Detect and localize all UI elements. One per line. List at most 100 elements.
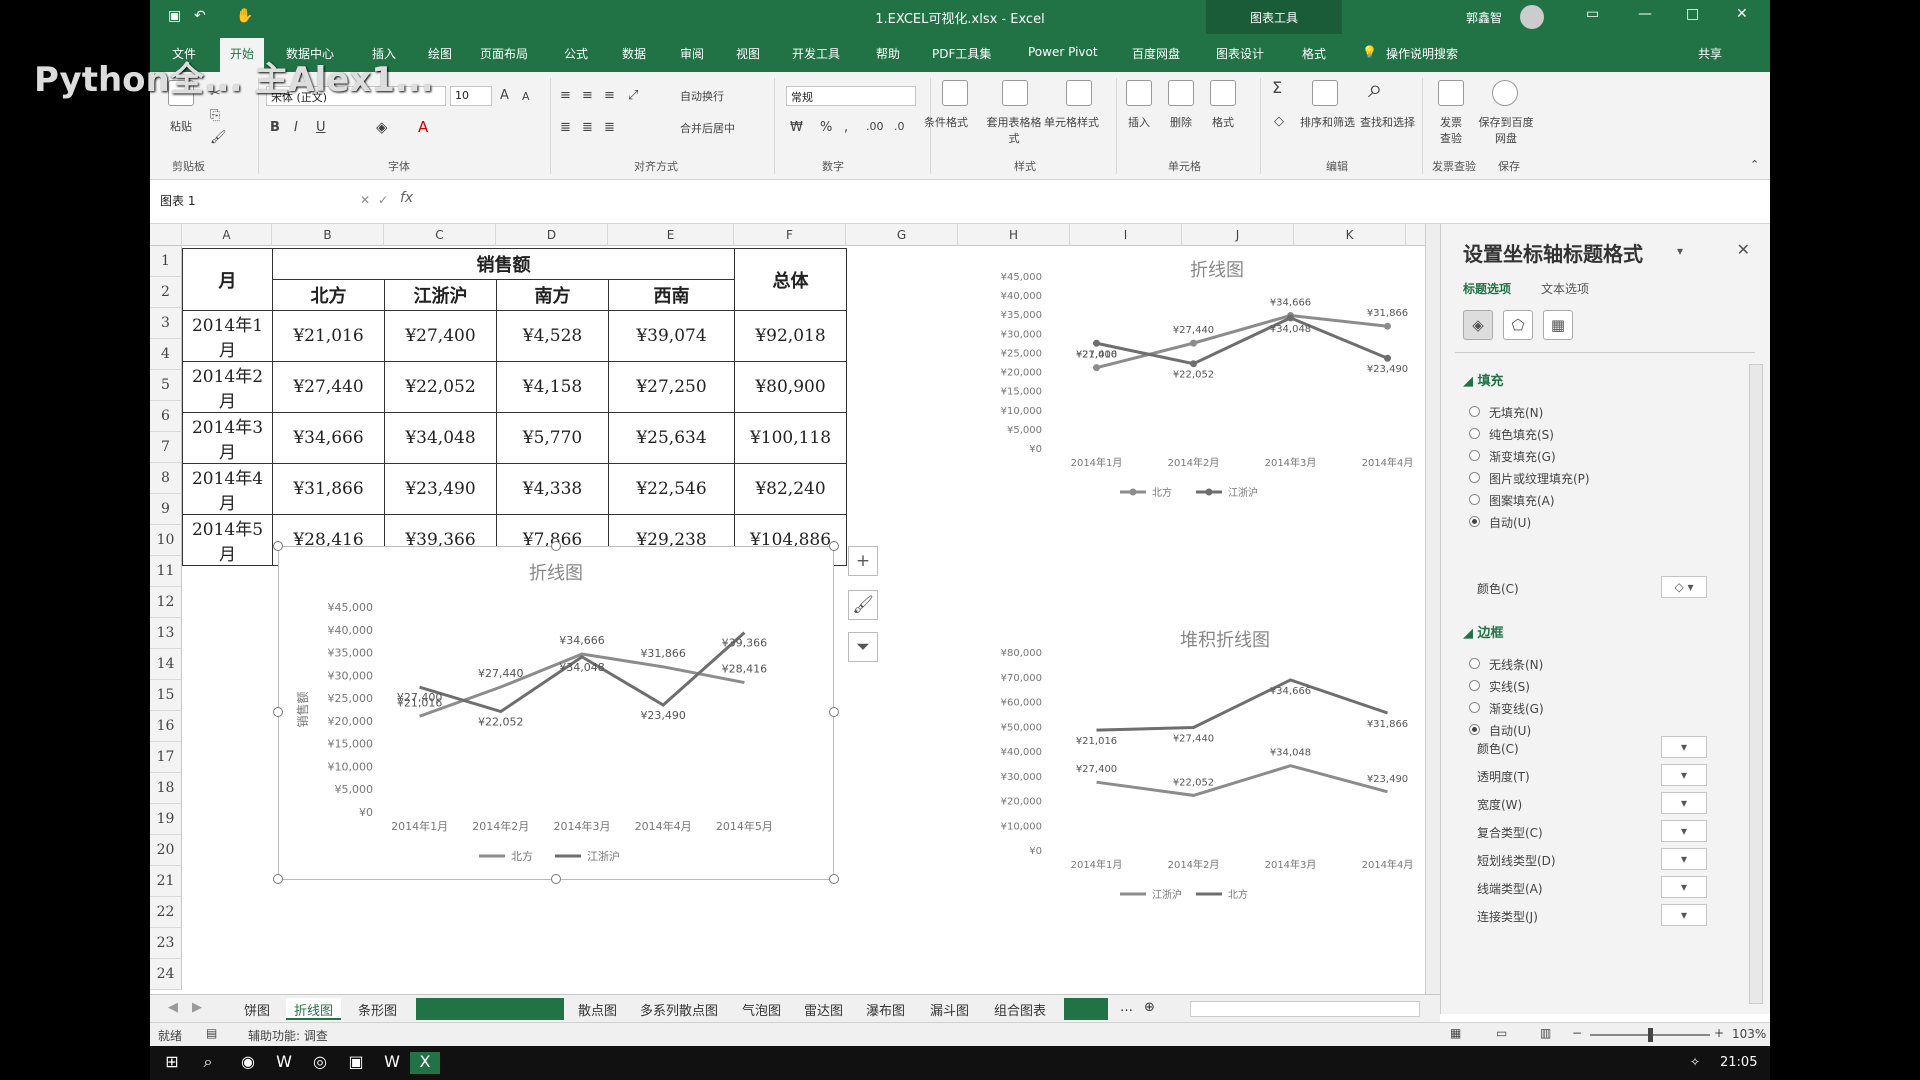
- region-header-southwest[interactable]: 西南: [608, 279, 735, 311]
- row-header[interactable]: 16: [150, 711, 182, 742]
- sheet-tab[interactable]: 条形图: [350, 998, 405, 1020]
- value-cell[interactable]: ¥27,400: [384, 310, 497, 362]
- tab-data[interactable]: 数据: [622, 45, 646, 62]
- resize-handle[interactable]: [273, 707, 283, 717]
- autosum-icon[interactable]: Σ: [1272, 78, 1282, 97]
- avatar[interactable]: [1520, 5, 1544, 29]
- tab-view[interactable]: 视图: [736, 45, 760, 62]
- maximize-button[interactable]: □: [1686, 6, 1699, 22]
- radio-button[interactable]: [1469, 406, 1480, 417]
- row-header[interactable]: 14: [150, 649, 182, 680]
- value-cell[interactable]: ¥34,048: [384, 412, 497, 464]
- add-sheet-button[interactable]: ⊕: [1136, 998, 1163, 1020]
- radio-button[interactable]: [1469, 450, 1480, 461]
- radio-button[interactable]: [1469, 658, 1480, 669]
- chart-stacked-line[interactable]: 堆积折线图 ¥0 ¥10,000 ¥20,000 ¥30,000 ¥40,000 ¥50,…: [1000, 620, 1440, 940]
- size-properties-icon[interactable]: ▦: [1543, 310, 1573, 340]
- value-cell[interactable]: ¥4,528: [496, 310, 609, 362]
- border-prop-control[interactable]: ▾: [1661, 904, 1707, 926]
- legend-label[interactable]: 北方: [1152, 486, 1172, 499]
- radio-button[interactable]: [1469, 724, 1480, 735]
- conditional-format-icon[interactable]: [942, 80, 968, 106]
- fill-section-header[interactable]: ◢ 填充: [1463, 370, 1504, 389]
- data-point[interactable]: [1093, 339, 1100, 347]
- copy-icon[interactable]: ⎘: [210, 108, 220, 123]
- border-prop-control[interactable]: ▾: [1661, 736, 1707, 758]
- row-header[interactable]: 5: [150, 370, 182, 401]
- percent-icon[interactable]: %: [820, 120, 832, 135]
- value-cell[interactable]: ¥92,018: [734, 310, 847, 362]
- format-cells-button[interactable]: 格式: [1212, 114, 1234, 130]
- legend-label[interactable]: 江浙沪: [587, 849, 620, 863]
- radio-button[interactable]: [1469, 428, 1480, 439]
- resize-handle[interactable]: [551, 874, 561, 884]
- tab-chart-design[interactable]: 图表设计: [1216, 45, 1264, 62]
- row-header[interactable]: 19: [150, 804, 182, 835]
- tab-page-layout[interactable]: 页面布局: [480, 45, 528, 62]
- formula-input[interactable]: [430, 190, 1750, 212]
- month-cell[interactable]: 2014年4月: [182, 463, 273, 515]
- share-button[interactable]: 共享: [1698, 45, 1722, 62]
- delete-cells-button[interactable]: 删除: [1170, 114, 1192, 130]
- value-cell[interactable]: ¥23,490: [384, 463, 497, 515]
- orientation-icon[interactable]: ⤢: [628, 88, 638, 103]
- tab-title-options[interactable]: 标题选项: [1463, 280, 1511, 297]
- decrease-decimal-icon[interactable]: .0: [894, 120, 905, 133]
- fill-color-picker[interactable]: ◇ ▾: [1661, 576, 1707, 598]
- radio-option[interactable]: 实线(S): [1469, 678, 1530, 695]
- effects-icon[interactable]: ⬠: [1503, 310, 1533, 340]
- value-cell[interactable]: ¥4,338: [496, 463, 609, 515]
- border-prop-control[interactable]: ▾: [1661, 876, 1707, 898]
- row-header[interactable]: 20: [150, 835, 182, 866]
- collapse-ribbon-icon[interactable]: ⌃: [1750, 158, 1759, 171]
- invoice-check-icon[interactable]: [1438, 80, 1464, 106]
- sort-filter-icon[interactable]: [1312, 80, 1338, 106]
- insert-function-button[interactable]: fx: [400, 190, 413, 206]
- minimize-button[interactable]: —: [1638, 6, 1652, 22]
- region-header-north[interactable]: 北方: [272, 279, 385, 311]
- row-header[interactable]: 4: [150, 339, 182, 370]
- row-header[interactable]: 18: [150, 773, 182, 804]
- insert-cells-button[interactable]: 插入: [1128, 114, 1150, 130]
- tab-baidu-netdisk[interactable]: 百度网盘: [1132, 45, 1180, 62]
- delete-cells-icon[interactable]: [1168, 80, 1194, 106]
- chart-styles-button[interactable]: 🖌: [848, 590, 878, 620]
- radio-button[interactable]: [1469, 702, 1480, 713]
- align-center-icon[interactable]: ≣: [582, 120, 593, 135]
- sheet-tab-colored[interactable]: [416, 998, 564, 1020]
- region-header-south[interactable]: 南方: [496, 279, 609, 311]
- cell-style-icon[interactable]: [1066, 80, 1092, 106]
- prev-sheet-icon[interactable]: ◀: [160, 998, 186, 1020]
- row-header[interactable]: 15: [150, 680, 182, 711]
- column-header[interactable]: J: [1182, 224, 1294, 246]
- value-cell[interactable]: ¥27,440: [272, 361, 385, 413]
- border-prop-control[interactable]: ▾: [1661, 792, 1707, 814]
- column-header[interactable]: F: [734, 224, 846, 246]
- sheet-tab[interactable]: 散点图: [570, 998, 625, 1020]
- border-prop-control[interactable]: ▾: [1661, 764, 1707, 786]
- value-cell[interactable]: ¥82,240: [734, 463, 847, 515]
- column-header[interactable]: G: [846, 224, 958, 246]
- name-box[interactable]: 图表 1: [160, 192, 260, 209]
- resize-handle[interactable]: [829, 707, 839, 717]
- clear-icon[interactable]: ◇: [1274, 114, 1284, 129]
- sheet-tab-colored[interactable]: [1064, 998, 1108, 1020]
- page-layout-icon[interactable]: ▭: [1496, 1026, 1507, 1040]
- radio-button[interactable]: [1469, 472, 1480, 483]
- align-top-icon[interactable]: ≡: [560, 88, 571, 103]
- comma-style-icon[interactable]: ,: [844, 120, 848, 135]
- tab-review[interactable]: 审阅: [680, 45, 704, 62]
- sheet-tab[interactable]: 漏斗图: [922, 998, 977, 1020]
- row-header[interactable]: 10: [150, 525, 182, 556]
- baidu-cloud-icon[interactable]: [1492, 80, 1518, 106]
- value-cell[interactable]: ¥22,546: [608, 463, 735, 515]
- radio-option[interactable]: 图案填充(A): [1469, 492, 1555, 509]
- radio-option[interactable]: 自动(U): [1469, 722, 1531, 739]
- windows-start-icon[interactable]: ⊞: [160, 1052, 184, 1074]
- tab-pdf-tools[interactable]: PDF工具集: [932, 45, 991, 62]
- radio-option[interactable]: 自动(U): [1469, 514, 1531, 531]
- value-cell[interactable]: ¥80,900: [734, 361, 847, 413]
- legend-label[interactable]: 北方: [511, 849, 533, 863]
- value-cell[interactable]: ¥100,118: [734, 412, 847, 464]
- sheet-tab[interactable]: 饼图: [236, 998, 278, 1020]
